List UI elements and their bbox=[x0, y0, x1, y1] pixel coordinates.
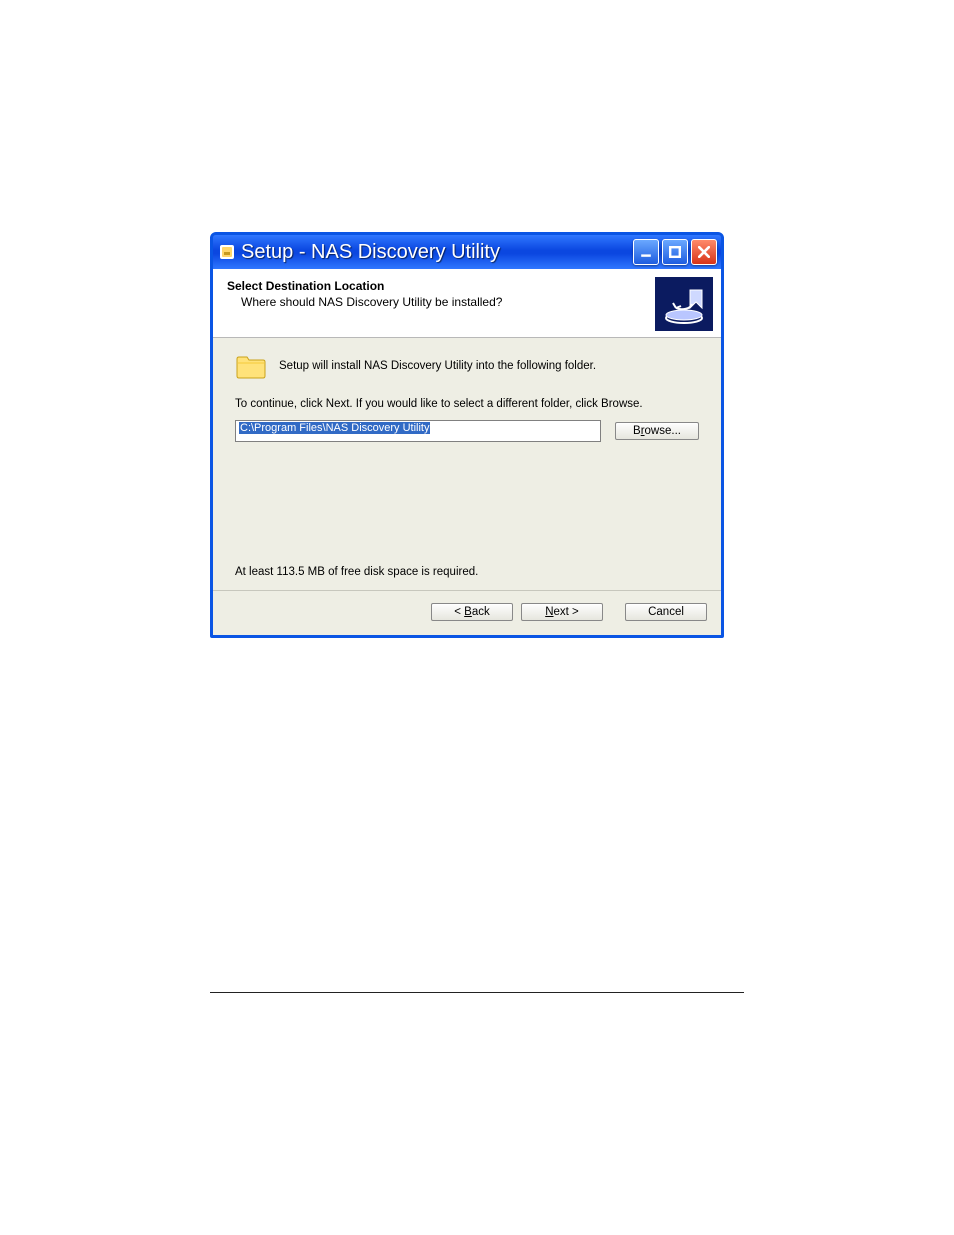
folder-icon bbox=[235, 352, 267, 380]
close-button[interactable] bbox=[691, 239, 717, 265]
destination-path-value: C:\Program Files\NAS Discovery Utility bbox=[239, 422, 430, 434]
instruction-text: To continue, click Next. If you would li… bbox=[235, 398, 699, 410]
maximize-button[interactable] bbox=[662, 239, 688, 265]
installer-icon bbox=[219, 244, 235, 260]
header-title: Select Destination Location bbox=[227, 279, 655, 293]
destination-path-input[interactable]: C:\Program Files\NAS Discovery Utility bbox=[235, 420, 601, 442]
browse-button[interactable]: Browse... bbox=[615, 422, 699, 440]
wizard-body: Setup will install NAS Discovery Utility… bbox=[213, 338, 721, 590]
wizard-footer: < Back Next > Cancel bbox=[213, 590, 721, 635]
intro-text: Setup will install NAS Discovery Utility… bbox=[279, 360, 596, 372]
wizard-header: Select Destination Location Where should… bbox=[213, 269, 721, 338]
page-divider bbox=[210, 992, 744, 993]
setup-window: Setup - NAS Discovery Utility Select Des… bbox=[210, 232, 724, 638]
window-title: Setup - NAS Discovery Utility bbox=[241, 241, 633, 264]
install-drive-icon bbox=[655, 277, 713, 331]
title-bar[interactable]: Setup - NAS Discovery Utility bbox=[213, 235, 721, 269]
disk-space-text: At least 113.5 MB of free disk space is … bbox=[235, 566, 699, 578]
next-label: Next > bbox=[545, 606, 579, 618]
cancel-button[interactable]: Cancel bbox=[625, 603, 707, 621]
back-label: < Back bbox=[454, 606, 490, 618]
header-subtitle: Where should NAS Discovery Utility be in… bbox=[227, 295, 655, 309]
next-button[interactable]: Next > bbox=[521, 603, 603, 621]
browse-label: Browse... bbox=[633, 425, 681, 437]
back-button[interactable]: < Back bbox=[431, 603, 513, 621]
minimize-button[interactable] bbox=[633, 239, 659, 265]
